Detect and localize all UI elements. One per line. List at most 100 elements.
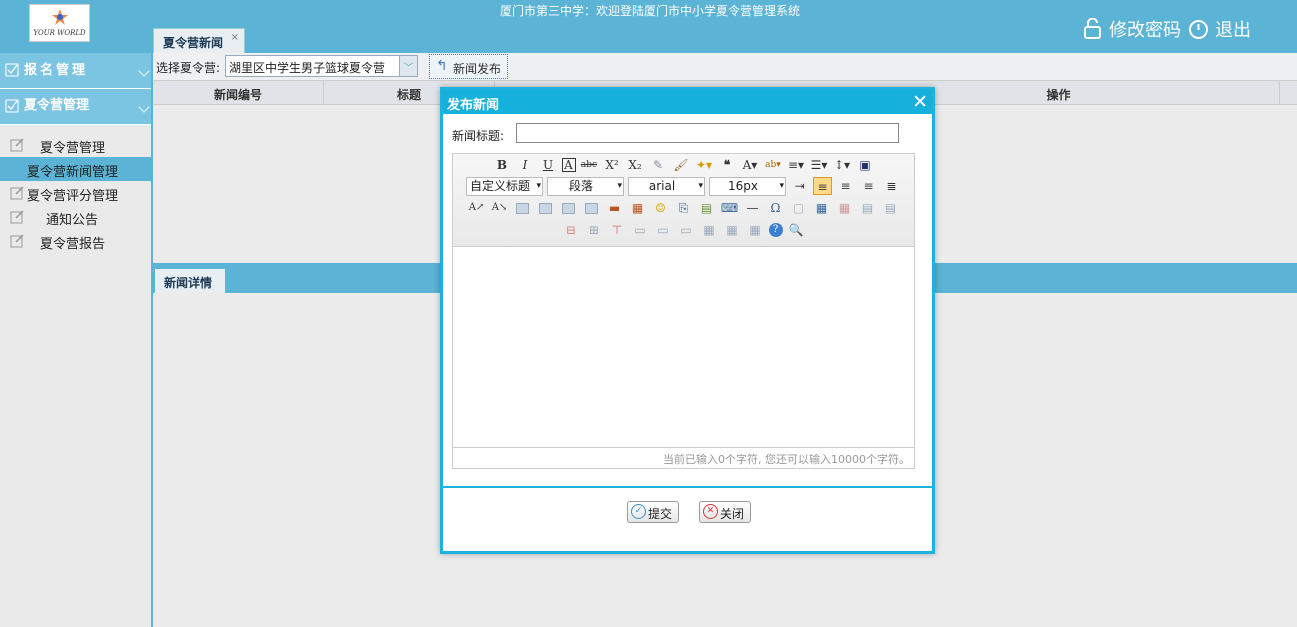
- edit-icon: [10, 186, 24, 200]
- font-color-icon[interactable]: A▾: [741, 156, 760, 174]
- dialog-header: 发布新闻 ✕: [443, 90, 932, 114]
- search-replace-icon[interactable]: 🔍: [787, 221, 806, 239]
- strikethrough-icon[interactable]: abc: [580, 156, 599, 174]
- paragraph-format-select[interactable]: 段落: [547, 176, 624, 196]
- align-right-icon[interactable]: ≡: [859, 177, 878, 195]
- logout-link[interactable]: 退出: [1188, 16, 1251, 42]
- section-label: 报名管理: [24, 63, 89, 78]
- image-center-icon[interactable]: [585, 202, 598, 214]
- editor-toolbar: B I U A abc X² X₂ ✎ 🖌 ✦▾ ❝ A▾ ab▾ ≡▾ ☰▾ …: [453, 154, 914, 247]
- text-direction-ltr-icon[interactable]: A↗: [467, 199, 486, 217]
- horizontal-rule-icon[interactable]: —: [743, 199, 762, 217]
- close-icon[interactable]: ✕: [912, 91, 928, 113]
- delete-row-icon[interactable]: ⊟: [562, 221, 581, 239]
- tab-close-icon[interactable]: ×: [231, 32, 239, 43]
- image-float-none-icon[interactable]: [516, 202, 529, 214]
- subscript-icon[interactable]: X₂: [626, 156, 645, 174]
- code-icon[interactable]: ⌨: [720, 199, 739, 217]
- checkbox-icon: [5, 63, 19, 77]
- sidebar-item-camp-management[interactable]: 夏令营管理: [0, 133, 151, 157]
- change-password-label: 修改密码: [1109, 20, 1181, 41]
- camp-select-label: 选择夏令营:: [156, 61, 221, 75]
- line-height-icon[interactable]: ↕▾: [833, 156, 852, 174]
- indent-icon[interactable]: ⇥: [790, 177, 809, 195]
- sidebar-section-camp-management[interactable]: 夏令营管理: [0, 89, 151, 125]
- custom-heading-select[interactable]: 自定义标题: [466, 176, 543, 196]
- camp-select[interactable]: 湖里区中学生男子篮球夏令营 ﹀: [225, 55, 418, 77]
- toolbar-row-2: 自定义标题 段落 arial 16px ⇥ ≡ ≡ ≡ ≣: [453, 175, 914, 197]
- column-header-news-id[interactable]: 新闻编号: [153, 81, 324, 105]
- insert-table-icon[interactable]: ▦: [812, 199, 831, 217]
- fullscreen-icon[interactable]: ▣: [856, 156, 875, 174]
- align-justify-icon[interactable]: ≣: [882, 177, 901, 195]
- align-center-icon[interactable]: ≡: [836, 177, 855, 195]
- chevron-down-icon: [138, 101, 150, 113]
- merge-cells-icon[interactable]: ▭: [631, 221, 650, 239]
- delete-col-icon[interactable]: ⊤: [608, 221, 627, 239]
- date-icon[interactable]: ▢: [789, 199, 808, 217]
- align-left-icon[interactable]: ≡: [813, 177, 832, 195]
- italic-icon[interactable]: I: [516, 156, 535, 174]
- image-float-left-icon[interactable]: [539, 202, 552, 214]
- tab-news-detail[interactable]: 新闻详情: [155, 269, 225, 293]
- list-unordered-icon[interactable]: ☰▾: [810, 156, 829, 174]
- insert-col-icon[interactable]: ⊞: [585, 221, 604, 239]
- cancel-circle-icon: ✕: [703, 504, 718, 519]
- publish-news-button[interactable]: ↰ 新闻发布: [429, 54, 508, 79]
- text-direction-rtl-icon[interactable]: A↘: [490, 199, 509, 217]
- sidebar-item-label: 夏令营评分管理: [27, 189, 119, 204]
- split-rows-icon[interactable]: ▦: [723, 221, 742, 239]
- camp-select-value: 湖里区中学生男子篮球夏令营: [229, 61, 386, 75]
- delete-table-icon[interactable]: ▦: [835, 199, 854, 217]
- list-ordered-icon[interactable]: ≡▾: [787, 156, 806, 174]
- underline-icon[interactable]: U: [539, 156, 558, 174]
- chevron-down-icon[interactable]: ﹀: [399, 56, 417, 76]
- font-family-select[interactable]: arial: [628, 176, 705, 196]
- merge-right-icon[interactable]: ▭: [654, 221, 673, 239]
- close-button[interactable]: ✕ 关闭: [699, 501, 751, 523]
- split-cols-icon[interactable]: ▦: [746, 221, 765, 239]
- font-size-select[interactable]: 16px: [709, 176, 786, 196]
- multi-image-icon[interactable]: ▦: [628, 199, 647, 217]
- image-float-right-icon[interactable]: [562, 202, 575, 214]
- bold-icon[interactable]: B: [493, 156, 512, 174]
- submit-button[interactable]: ✓ 提交: [627, 501, 679, 523]
- top-header: YOUR WORLD 厦门市第三中学：欢迎登陆厦门市中小学夏令营管理系统 修改密…: [0, 0, 1297, 53]
- font-border-icon[interactable]: A: [561, 158, 576, 172]
- highlight-color-icon[interactable]: ab▾: [764, 156, 783, 174]
- editor-content-area[interactable]: [453, 247, 914, 447]
- attachment-icon[interactable]: ⎘: [674, 199, 693, 217]
- sidebar-menu: 夏令营管理 夏令营新闻管理 夏令营评分管理 通知公告 夏令营报告: [0, 125, 151, 253]
- insert-caption-icon[interactable]: ▤: [858, 199, 877, 217]
- news-title-label: 新闻标题:: [452, 129, 505, 143]
- superscript-icon[interactable]: X²: [603, 156, 622, 174]
- sidebar-item-notices[interactable]: 通知公告: [0, 205, 151, 229]
- auto-format-icon[interactable]: ✦▾: [695, 156, 714, 174]
- merge-down-icon[interactable]: ▭: [677, 221, 696, 239]
- publish-icon: ↰: [436, 58, 448, 74]
- news-title-input[interactable]: [516, 123, 899, 143]
- split-cells-icon[interactable]: ▦: [700, 221, 719, 239]
- change-password-link[interactable]: 修改密码: [1083, 16, 1181, 42]
- help-icon[interactable]: ?: [768, 223, 783, 237]
- sidebar-section-registration[interactable]: 报名管理: [0, 53, 151, 89]
- blockquote-icon[interactable]: ❝: [718, 156, 737, 174]
- logo: YOUR WORLD: [29, 4, 90, 42]
- sidebar-item-camp-report[interactable]: 夏令营报告: [0, 229, 151, 253]
- rich-text-editor: B I U A abc X² X₂ ✎ 🖌 ✦▾ ❝ A▾ ab▾ ≡▾ ☰▾ …: [452, 153, 915, 469]
- sidebar-item-camp-news[interactable]: 夏令营新闻管理: [0, 157, 151, 181]
- insert-image-icon[interactable]: ▬: [605, 199, 624, 217]
- eraser-icon[interactable]: ✎: [649, 156, 668, 174]
- edit-icon: [10, 210, 24, 224]
- dialog-footer: ✓ 提交 ✕ 关闭: [443, 486, 932, 551]
- logo-star-icon: [52, 9, 68, 25]
- sidebar-item-label: 夏令营管理: [40, 141, 106, 156]
- insert-row-icon[interactable]: ▤: [881, 199, 900, 217]
- tab-camp-news[interactable]: 夏令营新闻 ×: [153, 28, 245, 53]
- format-brush-icon[interactable]: 🖌: [672, 156, 691, 174]
- insert-frame-icon[interactable]: ▤: [697, 199, 716, 217]
- emoji-icon[interactable]: ☺: [651, 199, 670, 217]
- sidebar-item-camp-scoring[interactable]: 夏令营评分管理: [0, 181, 151, 205]
- special-char-icon[interactable]: Ω: [766, 199, 785, 217]
- chevron-down-icon: [138, 65, 150, 77]
